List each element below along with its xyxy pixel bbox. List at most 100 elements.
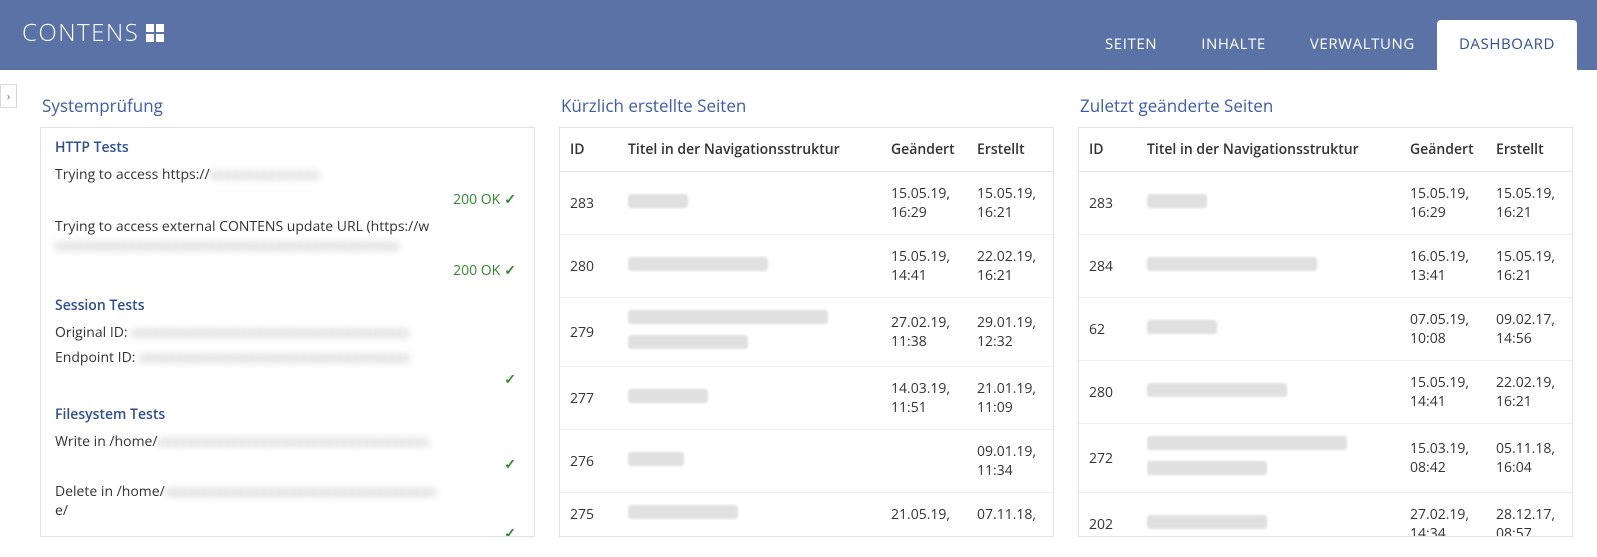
main-nav: SEITEN INHALTE VERWALTUNG DASHBOARD [1083,20,1577,70]
tab-dashboard[interactable]: DASHBOARD [1437,20,1577,70]
cell-title [1137,172,1400,235]
recent-pages-body[interactable]: ID Titel in der Navigationsstruktur Geän… [559,127,1054,537]
cell-title [1137,493,1400,538]
cell-changed: 15.05.19, 16:29 [1400,172,1486,235]
cell-created: 15.05.19, 16:21 [1486,235,1572,298]
system-check-body[interactable]: HTTP Tests Trying to access https://xxxx… [40,127,535,537]
cell-changed: 07.05.19, 10:08 [1400,298,1486,361]
cell-id: 277 [560,367,618,430]
panel-title: Kürzlich erstellte Seiten [559,90,1054,127]
cell-created: 22.02.19, 16:21 [967,235,1053,298]
check-icon: ✓ [504,261,516,280]
table-head: ID Titel in der Navigationsstruktur Geän… [560,128,1053,172]
cell-id: 283 [1079,172,1137,235]
table-row[interactable]: 276 09.01.19, 11:34 [560,430,1053,493]
table-head: ID Titel in der Navigationsstruktur Geän… [1079,128,1572,172]
cell-created: 28.12.17, 08:57 [1486,493,1572,538]
cell-title [618,367,881,430]
cell-created: 29.01.19, 12:32 [967,298,1053,367]
table-row[interactable]: 284 16.05.19, 13:4115.05.19, 16:21 [1079,235,1572,298]
panel-title: Systemprüfung [40,90,535,127]
cell-changed: 15.05.19, 14:41 [1400,361,1486,424]
session-heading: Session Tests [55,296,520,315]
cell-title [1137,424,1400,493]
cell-changed: 15.05.19, 14:41 [881,235,967,298]
changed-pages-table: ID Titel in der Navigationsstruktur Geän… [1079,128,1572,537]
cell-created: 15.05.19, 16:21 [967,172,1053,235]
col-created[interactable]: Erstellt [967,128,1053,172]
cell-created: 22.02.19, 16:21 [1486,361,1572,424]
cell-id: 202 [1079,493,1137,538]
panel-title: Zuletzt geänderte Seiten [1078,90,1573,127]
cell-id: 62 [1079,298,1137,361]
cell-changed: 16.05.19, 13:41 [1400,235,1486,298]
app-header: CONTENS SEITEN INHALTE VERWALTUNG DASHBO… [0,0,1597,70]
http-status: 200 OK✓ [55,188,520,215]
cell-id: 279 [560,298,618,367]
table-row[interactable]: 272 15.03.19, 08:4205.11.18, 16:04 [1079,424,1572,493]
panel-changed-pages: Zuletzt geänderte Seiten ID Titel in der… [1078,90,1573,537]
cell-created: 05.11.18, 16:04 [1486,424,1572,493]
col-id[interactable]: ID [560,128,618,172]
table-row[interactable]: 280 15.05.19, 14:4122.02.19, 16:21 [560,235,1053,298]
cell-id: 272 [1079,424,1137,493]
tab-inhalte[interactable]: INHALTE [1179,20,1288,70]
recent-pages-table: ID Titel in der Navigationsstruktur Geän… [560,128,1053,537]
cell-id: 276 [560,430,618,493]
table-row[interactable]: 283 15.05.19, 16:2915.05.19, 16:21 [560,172,1053,235]
session-line: Endpoint ID: xxxxxxxxxxxxxxxxxxxxxxxxxxx… [55,346,520,371]
col-title[interactable]: Titel in der Navigationsstruktur [1137,128,1400,172]
dashboard: Systemprüfung HTTP Tests Trying to acces… [0,70,1597,557]
cell-changed: 15.05.19, 16:29 [881,172,967,235]
cell-title [618,493,881,537]
cell-changed: 15.03.19, 08:42 [1400,424,1486,493]
cell-created: 09.02.17, 14:56 [1486,298,1572,361]
tab-seiten[interactable]: SEITEN [1083,20,1179,70]
table-row[interactable]: 28015.05.19, 14:4122.02.19, 16:21 [1079,361,1572,424]
http-line: Trying to access https://xxxxxxxxxxxxxxx [55,163,520,188]
cell-title [618,430,881,493]
fs-line: Write in /home/xxxxxxxxxxxxxxxxxxxxxxxxx… [55,430,520,455]
http-heading: HTTP Tests [55,138,520,157]
col-changed[interactable]: Geändert [881,128,967,172]
cell-title [618,235,881,298]
tab-verwaltung[interactable]: VERWALTUNG [1288,20,1437,70]
brand: CONTENS [22,16,165,49]
cell-title [618,298,881,367]
cell-title [1137,298,1400,361]
col-id[interactable]: ID [1079,128,1137,172]
cell-id: 275 [560,493,618,537]
col-changed[interactable]: Geändert [1400,128,1486,172]
table-row[interactable]: 275 21.05.19,07.11.18, [560,493,1053,537]
table-row[interactable]: 27714.03.19, 11:5121.01.19, 11:09 [560,367,1053,430]
cell-created: 09.01.19, 11:34 [967,430,1053,493]
changed-pages-body[interactable]: ID Titel in der Navigationsstruktur Geän… [1078,127,1573,537]
cell-changed: 27.02.19, 14:34 [1400,493,1486,538]
cell-id: 283 [560,172,618,235]
check-icon: ✓ [55,370,520,395]
table-row[interactable]: 62 07.05.19, 10:0809.02.17, 14:56 [1079,298,1572,361]
cell-title [1137,361,1400,424]
panel-recent-pages: Kürzlich erstellte Seiten ID Titel in de… [559,90,1054,537]
cell-created: 15.05.19, 16:21 [1486,172,1572,235]
cell-id: 280 [560,235,618,298]
sidebar-expand-button[interactable]: › [0,84,17,108]
panel-system-check: Systemprüfung HTTP Tests Trying to acces… [40,90,535,537]
check-icon: ✓ [55,524,520,537]
cell-created: 21.01.19, 11:09 [967,367,1053,430]
brand-text: CONTENS [22,16,139,49]
session-line: Original ID: xxxxxxxxxxxxxxxxxxxxxxxxxxx… [55,321,520,346]
col-created[interactable]: Erstellt [1486,128,1572,172]
fs-heading: Filesystem Tests [55,405,520,424]
table-row[interactable]: 27927.02.19, 11:3829.01.19, 12:32 [560,298,1053,367]
col-title[interactable]: Titel in der Navigationsstruktur [618,128,881,172]
fs-line: Delete in /home/xxxxxxxxxxxxxxxxxxxxxxxx… [55,480,520,524]
cell-title [618,172,881,235]
cell-created: 07.11.18, [967,493,1053,537]
table-row[interactable]: 202 27.02.19, 14:3428.12.17, 08:57 [1079,493,1572,538]
table-row[interactable]: 283 15.05.19, 16:2915.05.19, 16:21 [1079,172,1572,235]
cell-changed: 21.05.19, [881,493,967,537]
cell-id: 284 [1079,235,1137,298]
check-icon: ✓ [504,190,516,209]
brand-squares-icon [145,23,165,43]
